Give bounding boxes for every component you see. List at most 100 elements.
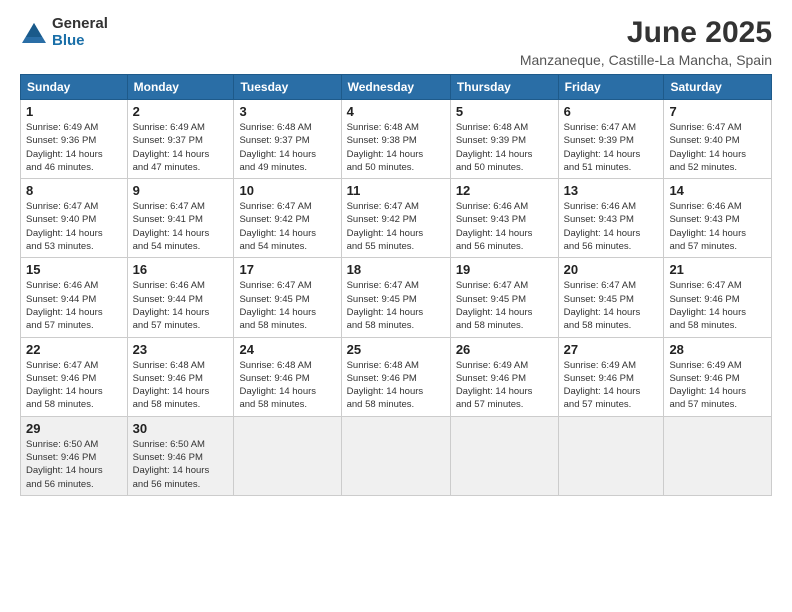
table-row: 23 Sunrise: 6:48 AM Sunset: 9:46 PM Dayli…	[127, 337, 234, 416]
day-number: 8	[26, 183, 122, 198]
col-friday: Friday	[558, 75, 664, 100]
table-row: 11 Sunrise: 6:47 AM Sunset: 9:42 PM Dayli…	[341, 179, 450, 258]
subtitle: Manzaneque, Castille-La Mancha, Spain	[520, 52, 772, 68]
day-number: 22	[26, 342, 122, 357]
table-row: 2 Sunrise: 6:49 AM Sunset: 9:37 PM Daylig…	[127, 100, 234, 179]
day-number: 26	[456, 342, 553, 357]
table-row: 17Sunrise: 6:47 AM Sunset: 9:45 PM Dayli…	[234, 258, 341, 337]
day-number: 23	[133, 342, 229, 357]
table-row: 27 Sunrise: 6:49 AM Sunset: 9:46 PM Dayli…	[558, 337, 664, 416]
day-number: 9	[133, 183, 229, 198]
day-number: 15	[26, 262, 122, 277]
table-row: 10 Sunrise: 6:47 AM Sunset: 9:42 PM Dayli…	[234, 179, 341, 258]
day-info: Sunrise: 6:47 AM Sunset: 9:42 PM Dayligh…	[347, 200, 445, 253]
day-info: Sunrise: 6:47 AM Sunset: 9:46 PM Dayligh…	[669, 279, 766, 332]
day-info: Sunrise: 6:48 AM Sunset: 9:46 PM Dayligh…	[133, 359, 229, 412]
table-row	[450, 416, 558, 495]
day-number: 18	[347, 262, 445, 277]
day-info: Sunrise: 6:49 AM Sunset: 9:37 PM Dayligh…	[133, 121, 229, 174]
table-row	[558, 416, 664, 495]
day-info: Sunrise: 6:49 AM Sunset: 9:46 PM Dayligh…	[456, 359, 553, 412]
day-number: 14	[669, 183, 766, 198]
logo: General Blue	[20, 16, 108, 49]
table-row	[341, 416, 450, 495]
day-info: Sunrise: 6:47 AM Sunset: 9:45 PM Dayligh…	[347, 279, 445, 332]
col-sunday: Sunday	[21, 75, 128, 100]
header-row: Sunday Monday Tuesday Wednesday Thursday…	[21, 75, 772, 100]
day-number: 6	[564, 104, 659, 119]
table-row: 21 Sunrise: 6:47 AM Sunset: 9:46 PM Dayli…	[664, 258, 772, 337]
day-info: Sunrise: 6:46 AM Sunset: 9:43 PM Dayligh…	[564, 200, 659, 253]
col-monday: Monday	[127, 75, 234, 100]
header: General Blue June 2025 Manzaneque, Casti…	[20, 16, 772, 68]
day-number: 1	[26, 104, 122, 119]
day-number: 19	[456, 262, 553, 277]
page: General Blue June 2025 Manzaneque, Casti…	[0, 0, 792, 612]
day-info: Sunrise: 6:49 AM Sunset: 9:36 PM Dayligh…	[26, 121, 122, 174]
day-info: Sunrise: 6:48 AM Sunset: 9:39 PM Dayligh…	[456, 121, 553, 174]
table-row: 16 Sunrise: 6:46 AM Sunset: 9:44 PM Dayli…	[127, 258, 234, 337]
day-info: Sunrise: 6:47 AM Sunset: 9:42 PM Dayligh…	[239, 200, 335, 253]
calendar-week-5: 29Sunrise: 6:50 AM Sunset: 9:46 PM Dayli…	[21, 416, 772, 495]
day-info: Sunrise: 6:47 AM Sunset: 9:45 PM Dayligh…	[239, 279, 335, 332]
day-number: 3	[239, 104, 335, 119]
day-number: 2	[133, 104, 229, 119]
col-wednesday: Wednesday	[341, 75, 450, 100]
table-row: 13 Sunrise: 6:46 AM Sunset: 9:43 PM Dayli…	[558, 179, 664, 258]
day-info: Sunrise: 6:48 AM Sunset: 9:46 PM Dayligh…	[347, 359, 445, 412]
table-row: 7 Sunrise: 6:47 AM Sunset: 9:40 PM Daylig…	[664, 100, 772, 179]
day-number: 4	[347, 104, 445, 119]
table-row: 19 Sunrise: 6:47 AM Sunset: 9:45 PM Dayli…	[450, 258, 558, 337]
day-number: 12	[456, 183, 553, 198]
day-info: Sunrise: 6:47 AM Sunset: 9:46 PM Dayligh…	[26, 359, 122, 412]
day-info: Sunrise: 6:48 AM Sunset: 9:37 PM Dayligh…	[239, 121, 335, 174]
table-row: 9Sunrise: 6:47 AM Sunset: 9:41 PM Daylig…	[127, 179, 234, 258]
table-row	[234, 416, 341, 495]
title-area: June 2025 Manzaneque, Castille-La Mancha…	[520, 16, 772, 68]
col-thursday: Thursday	[450, 75, 558, 100]
day-number: 27	[564, 342, 659, 357]
day-number: 13	[564, 183, 659, 198]
calendar-week-1: 1 Sunrise: 6:49 AM Sunset: 9:36 PM Daylig…	[21, 100, 772, 179]
table-row: 12 Sunrise: 6:46 AM Sunset: 9:43 PM Dayli…	[450, 179, 558, 258]
table-row: 18 Sunrise: 6:47 AM Sunset: 9:45 PM Dayli…	[341, 258, 450, 337]
day-number: 16	[133, 262, 229, 277]
day-info: Sunrise: 6:48 AM Sunset: 9:38 PM Dayligh…	[347, 121, 445, 174]
day-number: 5	[456, 104, 553, 119]
table-row: 6 Sunrise: 6:47 AM Sunset: 9:39 PM Daylig…	[558, 100, 664, 179]
day-number: 20	[564, 262, 659, 277]
calendar-week-2: 8Sunrise: 6:47 AM Sunset: 9:40 PM Daylig…	[21, 179, 772, 258]
day-number: 24	[239, 342, 335, 357]
day-info: Sunrise: 6:47 AM Sunset: 9:45 PM Dayligh…	[456, 279, 553, 332]
calendar-week-4: 22 Sunrise: 6:47 AM Sunset: 9:46 PM Dayli…	[21, 337, 772, 416]
day-info: Sunrise: 6:47 AM Sunset: 9:40 PM Dayligh…	[669, 121, 766, 174]
day-number: 21	[669, 262, 766, 277]
table-row: 30Sunrise: 6:50 AM Sunset: 9:46 PM Dayli…	[127, 416, 234, 495]
logo-icon	[20, 19, 48, 47]
day-info: Sunrise: 6:46 AM Sunset: 9:43 PM Dayligh…	[456, 200, 553, 253]
day-info: Sunrise: 6:48 AM Sunset: 9:46 PM Dayligh…	[239, 359, 335, 412]
logo-blue-text: Blue	[52, 33, 108, 50]
col-saturday: Saturday	[664, 75, 772, 100]
day-info: Sunrise: 6:46 AM Sunset: 9:43 PM Dayligh…	[669, 200, 766, 253]
calendar: Sunday Monday Tuesday Wednesday Thursday…	[20, 74, 772, 496]
day-info: Sunrise: 6:46 AM Sunset: 9:44 PM Dayligh…	[133, 279, 229, 332]
day-info: Sunrise: 6:49 AM Sunset: 9:46 PM Dayligh…	[669, 359, 766, 412]
table-row: 22 Sunrise: 6:47 AM Sunset: 9:46 PM Dayli…	[21, 337, 128, 416]
day-number: 10	[239, 183, 335, 198]
table-row: 26 Sunrise: 6:49 AM Sunset: 9:46 PM Dayli…	[450, 337, 558, 416]
table-row: 8Sunrise: 6:47 AM Sunset: 9:40 PM Daylig…	[21, 179, 128, 258]
table-row: 24 Sunrise: 6:48 AM Sunset: 9:46 PM Dayli…	[234, 337, 341, 416]
day-number: 28	[669, 342, 766, 357]
main-title: June 2025	[520, 16, 772, 50]
day-info: Sunrise: 6:47 AM Sunset: 9:45 PM Dayligh…	[564, 279, 659, 332]
day-number: 7	[669, 104, 766, 119]
day-info: Sunrise: 6:49 AM Sunset: 9:46 PM Dayligh…	[564, 359, 659, 412]
day-number: 25	[347, 342, 445, 357]
day-info: Sunrise: 6:50 AM Sunset: 9:46 PM Dayligh…	[133, 438, 229, 491]
day-info: Sunrise: 6:47 AM Sunset: 9:39 PM Dayligh…	[564, 121, 659, 174]
table-row: 3 Sunrise: 6:48 AM Sunset: 9:37 PM Daylig…	[234, 100, 341, 179]
table-row: 25 Sunrise: 6:48 AM Sunset: 9:46 PM Dayli…	[341, 337, 450, 416]
day-number: 11	[347, 183, 445, 198]
table-row: 28 Sunrise: 6:49 AM Sunset: 9:46 PM Dayli…	[664, 337, 772, 416]
